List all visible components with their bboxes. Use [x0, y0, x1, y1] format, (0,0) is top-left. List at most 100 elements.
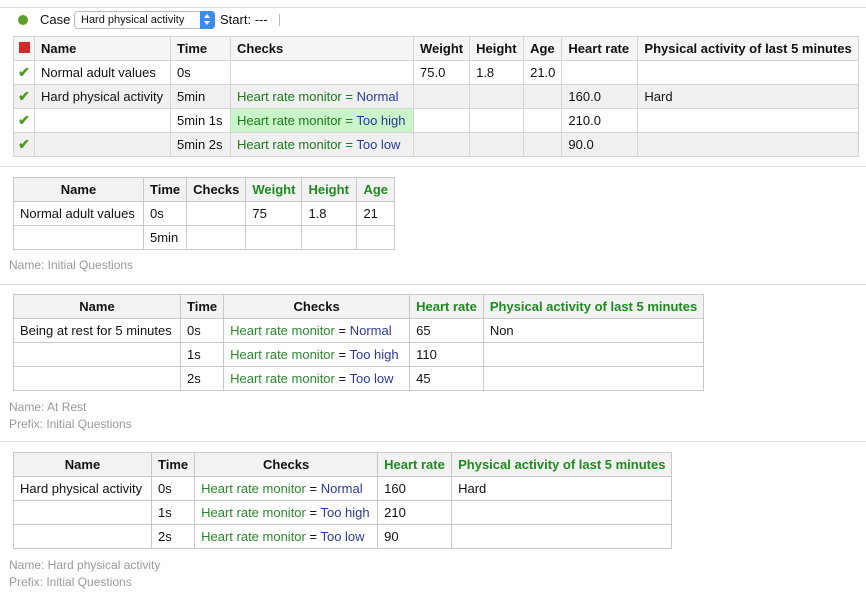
cell-name [13, 524, 152, 549]
cell-weight: 75 [245, 201, 303, 226]
cell-activity [482, 366, 705, 391]
cell-time: 0s [179, 318, 225, 343]
col-physical-activity: Physical activity of last 5 minutes [451, 452, 673, 477]
cell-name: Being at rest for 5 minutes [13, 318, 181, 343]
cell-checks: Heart rate monitor = Too high [194, 500, 379, 525]
at-rest-caption-prefix: Prefix: Initial Questions [9, 417, 132, 431]
start-label: Start: --- [220, 12, 268, 27]
col-age: Age [523, 36, 563, 61]
separator-1 [0, 166, 866, 167]
col-physical-activity: Physical activity of last 5 minutes [637, 36, 859, 61]
table-row[interactable]: 5min [13, 225, 396, 250]
case-select[interactable]: Hard physical activity [74, 11, 215, 29]
table-row[interactable]: ✔ Normal adult values 0s 75.0 1.8 21.0 [13, 60, 859, 85]
col-name: Name [13, 177, 144, 202]
cell-checks: Heart rate monitor = Too low [230, 132, 414, 157]
col-name: Name [34, 36, 171, 61]
col-age: Age [356, 177, 396, 202]
cell-heart-rate: 210 [377, 500, 453, 525]
cell-name [34, 132, 171, 157]
cell-checks: Heart rate monitor = Too low [194, 524, 379, 549]
cell-weight [412, 132, 471, 157]
cell-height [301, 225, 358, 250]
cell-weight [412, 84, 471, 109]
cell-heart-rate: 90 [377, 524, 453, 549]
cell-name [13, 500, 152, 525]
col-weight: Weight [245, 177, 303, 202]
cell-name: Hard physical activity [13, 476, 152, 501]
table-row[interactable]: Being at rest for 5 minutes 0s Heart rat… [13, 318, 705, 343]
col-name: Name [13, 294, 181, 319]
cell-name [34, 108, 171, 133]
toolbar-divider [279, 14, 280, 26]
cell-weight [412, 108, 471, 133]
col-height: Height [469, 36, 525, 61]
cell-age [523, 84, 563, 109]
cell-checks [186, 201, 247, 226]
cell-name [13, 225, 144, 250]
cell-heart-rate: 160 [377, 476, 453, 501]
case-select-value: Hard physical activity [81, 14, 185, 26]
status-dot-icon [18, 15, 28, 25]
check-icon: ✔ [13, 132, 35, 157]
cell-activity [637, 108, 859, 133]
hard-activity-caption-prefix: Prefix: Initial Questions [9, 575, 132, 589]
table-row[interactable]: ✔ 5min 2s Heart rate monitor = Too low 9… [13, 132, 859, 157]
col-checks: Checks [223, 294, 411, 319]
cell-checks: Heart rate monitor = Normal [223, 318, 411, 343]
table-row[interactable]: 2s Heart rate monitor = Too low 90 [13, 524, 673, 549]
status-column-header [13, 36, 35, 61]
table-row[interactable]: Hard physical activity 0s Heart rate mon… [13, 476, 673, 501]
cell-name [13, 366, 181, 391]
cell-name: Hard physical activity [34, 84, 171, 109]
cell-heart-rate: 210.0 [561, 108, 639, 133]
cell-heart-rate: 90.0 [561, 132, 639, 157]
cell-time: 5min [170, 84, 231, 109]
cell-activity: Hard [637, 84, 859, 109]
cell-name: Normal adult values [34, 60, 171, 85]
table-row[interactable]: ✔ Hard physical activity 5min Heart rate… [13, 84, 859, 109]
cell-age: 21 [356, 201, 396, 226]
cell-time: 5min 1s [170, 108, 231, 133]
cell-age [523, 132, 563, 157]
cell-weight [245, 225, 303, 250]
table-row[interactable]: 1s Heart rate monitor = Too high 210 [13, 500, 673, 525]
check-icon: ✔ [13, 108, 35, 133]
col-weight: Weight [412, 36, 471, 61]
chevron-updown-icon [200, 11, 215, 29]
cell-activity: Hard [451, 476, 673, 501]
cell-time: 2s [150, 524, 196, 549]
cell-heart-rate: 45 [409, 366, 484, 391]
cell-heart-rate: 65 [409, 318, 484, 343]
col-height: Height [301, 177, 358, 202]
cell-time: 1s [179, 342, 225, 367]
table-row[interactable]: Normal adult values 0s 75 1.8 21 [13, 201, 396, 226]
cell-heart-rate [561, 60, 639, 85]
cell-height [469, 84, 525, 109]
hard-activity-caption-name: Name: Hard physical activity [9, 558, 161, 572]
col-checks: Checks [186, 177, 247, 202]
cell-checks: Heart rate monitor = Normal [230, 84, 414, 109]
hard-activity-table: Name Time Checks Heart rate Physical act… [13, 452, 673, 549]
cell-activity [482, 342, 705, 367]
cell-time: 5min [142, 225, 188, 250]
check-icon: ✔ [13, 84, 35, 109]
col-time: Time [179, 294, 225, 319]
cell-activity [637, 132, 859, 157]
col-time: Time [150, 452, 196, 477]
cell-checks: Heart rate monitor = Too low [223, 366, 411, 391]
cell-height [469, 132, 525, 157]
cell-age: 21.0 [523, 60, 563, 85]
col-name: Name [13, 452, 152, 477]
cell-activity [451, 524, 673, 549]
stop-icon[interactable] [18, 42, 30, 53]
table-row[interactable]: 1s Heart rate monitor = Too high 110 [13, 342, 705, 367]
cell-heart-rate: 110 [409, 342, 484, 367]
at-rest-table: Name Time Checks Heart rate Physical act… [13, 294, 705, 391]
separator-3 [0, 441, 866, 442]
table-row[interactable]: ✔ 5min 1s Heart rate monitor = Too high … [13, 108, 859, 133]
case-toolbar: Case Hard physical activity Start: --- [0, 8, 866, 33]
cell-weight: 75.0 [412, 60, 471, 85]
table-row[interactable]: 2s Heart rate monitor = Too low 45 [13, 366, 705, 391]
table-header-row: Name Time Checks Heart rate Physical act… [13, 452, 673, 477]
